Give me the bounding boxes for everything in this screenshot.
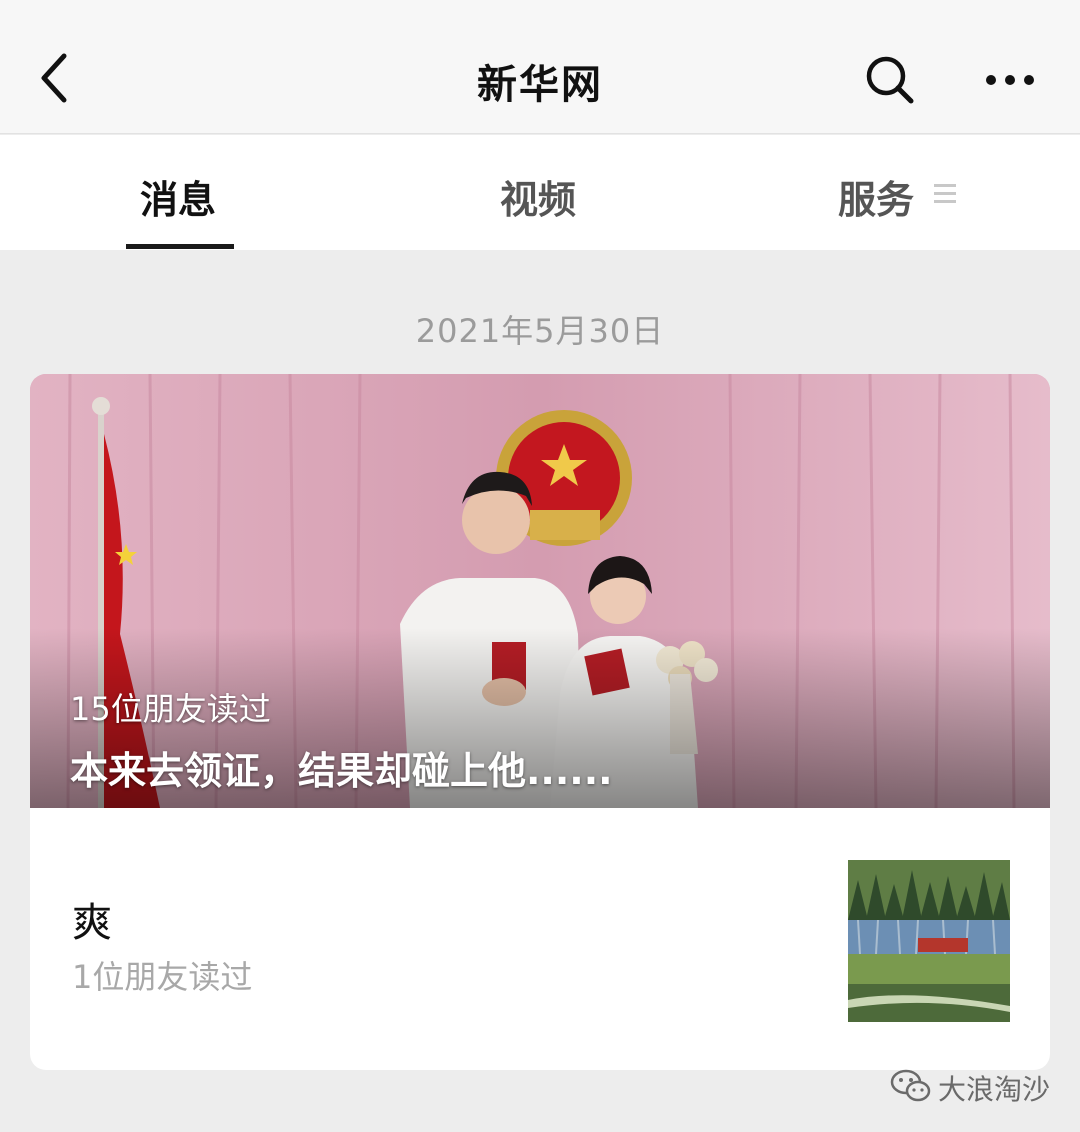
main-article-readers: 15位朋友读过 (70, 690, 271, 728)
watermark-text: 大浪淘沙 (938, 1073, 1051, 1106)
sub-article-readers: 1位朋友读过 (72, 958, 253, 996)
top-nav-bar: 新华网 (0, 0, 1080, 134)
tab-video[interactable]: 视频 (500, 169, 576, 224)
article-card: 15位朋友读过 本来去领证，结果却碰上他...... 爽 1位朋友读过 (30, 374, 1050, 1070)
menu-icon (934, 182, 956, 206)
feed-date: 2021年5月30日 (415, 312, 665, 350)
search-icon[interactable] (862, 52, 918, 108)
more-dots-icon[interactable] (982, 60, 1038, 100)
watermark: 大浪淘沙 (890, 1066, 1060, 1106)
tab-services[interactable]: 服务 (838, 169, 914, 224)
sub-article-thumbnail[interactable] (848, 860, 1010, 1022)
wechat-icon (890, 1068, 932, 1104)
main-article-title[interactable]: 本来去领证，结果却碰上他...... (70, 740, 613, 795)
tab-bar: 消息 视频 服务 (0, 135, 1080, 250)
active-tab-indicator (126, 244, 234, 249)
page-title: 新华网 (477, 62, 603, 108)
main-article-cover[interactable]: 15位朋友读过 本来去领证，结果却碰上他...... (30, 374, 1050, 808)
sub-article-title[interactable]: 爽 (72, 890, 112, 948)
tab-messages[interactable]: 消息 (140, 169, 216, 224)
